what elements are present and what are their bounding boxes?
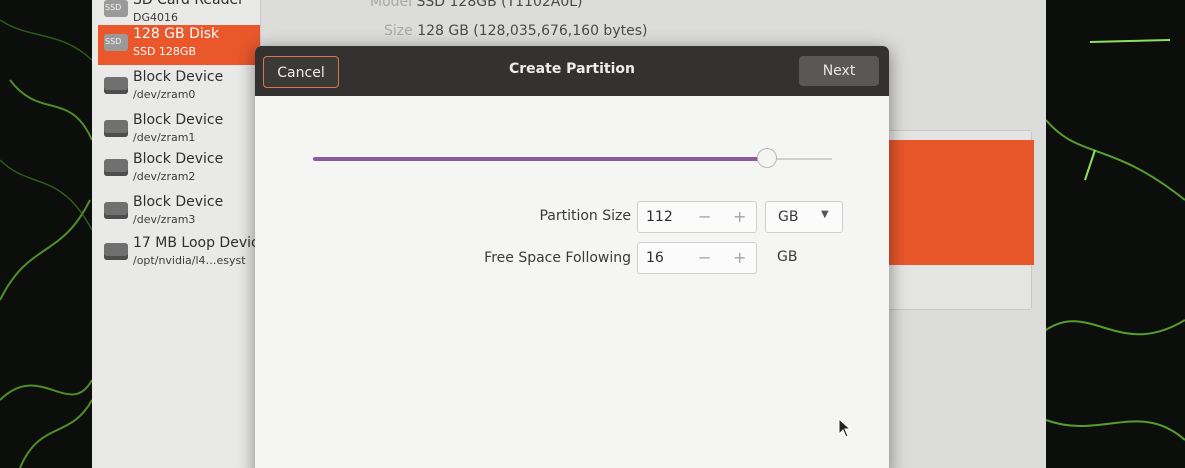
device-subtitle: /opt/nvidia/l4…esyst [133,254,246,267]
chevron-down-icon: ▼ [821,209,829,220]
device-name: 17 MB Loop Devic [133,235,259,251]
dialog-title: Create Partition [509,61,635,77]
model-label: Model [370,0,413,10]
free-space-spinbutton[interactable]: 16 − + [637,242,757,274]
model-value: SSD 128GB (T1102A0L) [416,0,583,10]
partition-unit-value: GB [778,209,799,225]
device-name: SD Card Reader [133,0,244,8]
sidebar-device-item[interactable]: Block Device/dev/zram3 [98,193,260,233]
partition-size-spinbutton[interactable]: 112 − + [637,201,757,233]
device-subtitle: SSD 128GB [133,45,196,58]
sidebar-device-item[interactable]: Block Device/dev/zram1 [98,111,260,151]
partition-size-label: Partition Size [539,208,631,224]
device-subtitle: /dev/zram1 [133,131,196,144]
device-name: Block Device [133,151,224,167]
decrease-free-space-button[interactable]: − [698,248,711,267]
device-subtitle: /dev/zram3 [133,213,196,226]
device-sidebar: SSD SD Card Reader DG4016 SSD 128 GB Disk SSD… [92,0,261,468]
increase-partition-size-button[interactable]: + [733,207,746,226]
device-name: Block Device [133,112,224,128]
device-subtitle: DG4016 [133,11,178,24]
ssd-drive-icon: SSD [104,0,128,17]
device-name: Block Device [133,69,224,85]
selected-volume-block[interactable] [872,140,1034,265]
dialog-headerbar: Cancel Create Partition Next [255,46,889,96]
loop-device-icon [104,243,128,260]
free-space-unit-label: GB [777,249,798,265]
block-device-icon [104,159,128,176]
device-subtitle: /dev/zram2 [133,170,196,183]
size-value: 128 GB (128,035,676,160 bytes) [417,23,648,39]
free-space-label: Free Space Following [484,250,631,266]
free-space-unit: GB [765,242,805,274]
size-label: Size [384,23,413,39]
block-device-icon [104,202,128,219]
sidebar-device-item[interactable]: Block Device/dev/zram0 [98,68,260,108]
next-button[interactable]: Next [799,56,879,86]
partition-unit-dropdown[interactable]: GB ▼ [765,201,843,233]
mouse-pointer-icon [838,418,852,438]
create-partition-dialog: Cancel Create Partition Next Partition S… [255,46,889,468]
sidebar-device-item[interactable]: 17 MB Loop Devic/opt/nvidia/l4…esyst [98,234,260,274]
device-name: 128 GB Disk [133,26,220,42]
disks-app-window: SSD SD Card Reader DG4016 SSD 128 GB Disk SSD… [92,0,1046,468]
ssd-icon-text: SSD [105,37,122,46]
partition-size-value[interactable]: 112 [646,209,673,225]
block-device-icon [104,77,128,94]
slider-handle[interactable] [757,148,778,168]
ssd-drive-icon: SSD [104,34,128,51]
sidebar-device-item[interactable]: Block Device/dev/zram2 [98,150,260,190]
device-name: Block Device [133,194,224,210]
sidebar-device-item[interactable]: SSD 128 GB Disk SSD 128GB [98,25,260,65]
ssd-icon-text: SSD [105,3,122,12]
increase-free-space-button[interactable]: + [733,248,746,267]
slider-fill [313,157,768,161]
free-space-value[interactable]: 16 [646,250,664,266]
block-device-icon [104,120,128,137]
device-subtitle: /dev/zram0 [133,88,196,101]
decrease-partition-size-button[interactable]: − [698,207,711,226]
